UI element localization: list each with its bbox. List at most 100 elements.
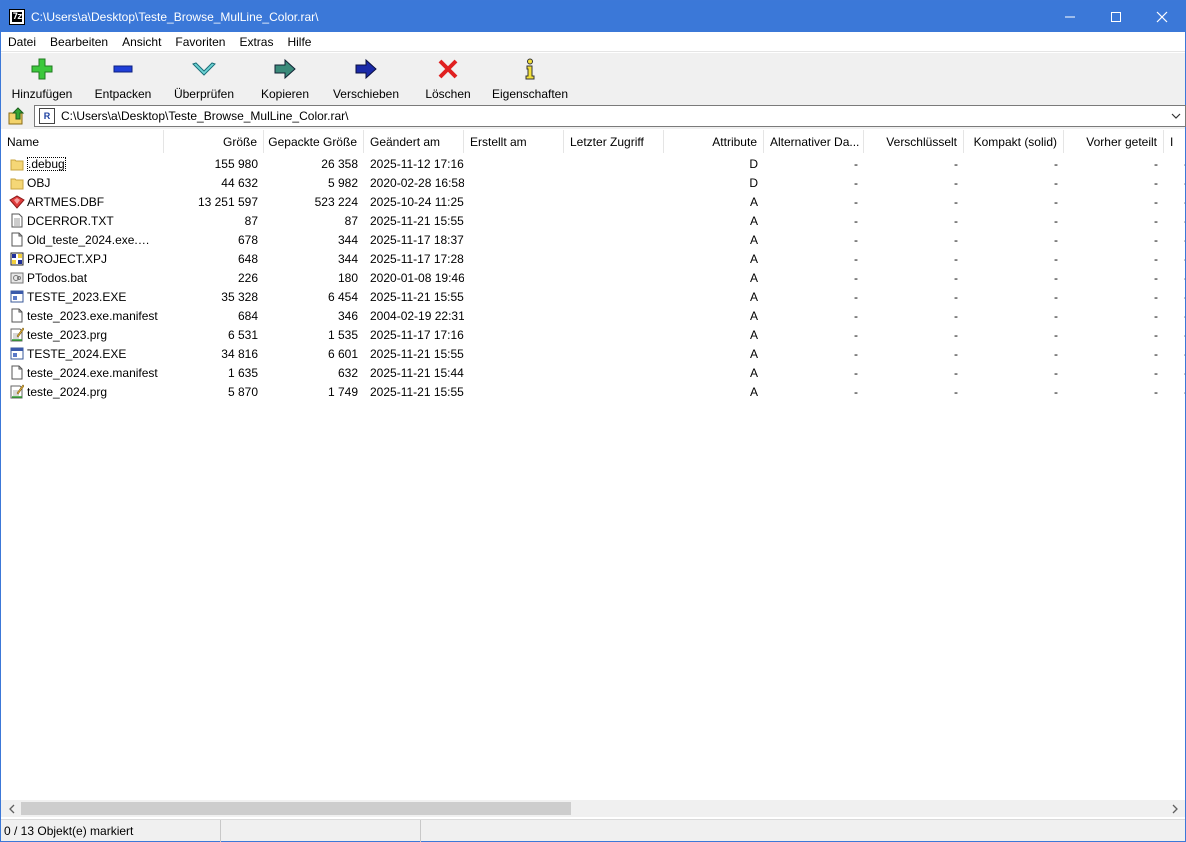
menu-bearbeiten-label: Bearbeiten — [50, 34, 109, 49]
encrypted-cell: - — [954, 270, 958, 285]
modified-cell: 2004-02-19 22:31 — [370, 308, 464, 323]
accessed-cell — [564, 192, 664, 211]
title-bar[interactable]: 7z C:\Users\a\Desktop\Teste_Browse_MulLi… — [1, 1, 1185, 32]
column-split[interactable]: Vorher geteilt — [1064, 130, 1164, 153]
column-created[interactable]: Erstellt am — [464, 130, 564, 153]
file-row[interactable]: teste_2024.exe.manifest 1 635 632 2025-11-2… — [1, 363, 1185, 382]
encrypted-cell: - — [954, 365, 958, 380]
encrypted-cell: - — [954, 308, 958, 323]
file-name: .debug — [27, 156, 66, 171]
size-cell: 6 531 — [227, 327, 258, 342]
column-packed-size[interactable]: Gepackte Größe — [264, 130, 364, 153]
menu-datei[interactable]: Datei — [1, 35, 43, 49]
extract-button-label: Entpacken — [94, 87, 152, 101]
column-modified[interactable]: Geändert am — [364, 130, 464, 153]
name-cell: PROJECT.XPJ — [1, 249, 164, 268]
chevron-down-icon[interactable] — [1170, 110, 1182, 122]
column-alt-streams[interactable]: Alternativer Da... — [764, 130, 864, 153]
file-name: teste_2023.prg — [27, 327, 108, 342]
column-solid[interactable]: Kompakt (solid) — [964, 130, 1064, 153]
checkmark-icon — [192, 57, 216, 81]
column-accessed[interactable]: Letzter Zugriff — [564, 130, 664, 153]
alt-streams-cell: - — [854, 194, 858, 209]
properties-button-label: Eigenschaften — [491, 87, 569, 101]
modified-cell: 2025-11-12 17:16 — [370, 156, 464, 171]
encrypted-cell: - — [954, 251, 958, 266]
menu-datei-label: Datei — [8, 34, 37, 49]
test-button[interactable]: Überprüfen — [163, 53, 245, 101]
minimize-button[interactable] — [1047, 1, 1093, 32]
copy-button-label: Kopieren — [260, 87, 310, 101]
menu-hilfe[interactable]: Hilfe — [280, 35, 318, 49]
file-row[interactable]: TESTE_2024.EXE 34 816 6 601 2025-11-21 15:5… — [1, 344, 1185, 363]
size-cell: 684 — [237, 308, 258, 323]
menu-bearbeiten[interactable]: Bearbeiten — [43, 35, 115, 49]
menu-favoriten[interactable]: Favoriten — [168, 35, 232, 49]
file-name: Old_teste_2024.exe.man... — [27, 232, 158, 247]
packed-size-cell: 26 358 — [321, 156, 358, 171]
modified-cell: 2020-02-28 16:58 — [370, 175, 464, 190]
extract-button[interactable]: Entpacken — [83, 53, 163, 101]
split-cell: - — [1154, 213, 1158, 228]
rar-archive-icon: R — [39, 108, 55, 124]
folder-up-icon — [8, 106, 25, 124]
packed-size-cell: 6 601 — [327, 346, 358, 361]
file-row[interactable]: teste_2023.exe.manifest 684 346 2004-02-19 … — [1, 306, 1185, 325]
encrypted-cell: - — [954, 384, 958, 399]
copy-arrow-icon — [273, 57, 297, 81]
file-list[interactable]: Name Größe Gepackte Größe Geändert am Er… — [1, 130, 1185, 800]
created-cell — [464, 287, 564, 306]
menu-extras-label: Extras — [239, 34, 274, 49]
properties-button[interactable]: Eigenschaften — [489, 53, 571, 101]
7zip-app-icon: 7z — [9, 8, 25, 25]
minus-icon — [111, 57, 135, 81]
extra-cell: - — [1164, 249, 1185, 268]
size-cell: 34 816 — [221, 346, 258, 361]
maximize-button[interactable] — [1093, 1, 1139, 32]
file-row[interactable]: TESTE_2023.EXE 35 328 6 454 2025-11-21 15:5… — [1, 287, 1185, 306]
add-button[interactable]: Hinzufügen — [1, 53, 83, 101]
name-cell: TESTE_2023.EXE — [1, 287, 164, 306]
file-row[interactable]: ARTMES.DBF 13 251 597 523 224 2025-10-24 11… — [1, 192, 1185, 211]
file-row[interactable]: PROJECT.XPJ6483442025-11-17 17:28A----- — [1, 249, 1185, 268]
file-row[interactable]: .debug 155 980 26 358 2025-11-12 17:16 D - - - -… — [1, 154, 1185, 173]
path-text: C:\Users\a\Desktop\Teste_Browse_MulLine_… — [61, 109, 349, 123]
file-row[interactable]: DCERROR.TXT87872025-11-21 15:55A----- — [1, 211, 1185, 230]
copy-button[interactable]: Kopieren — [245, 53, 325, 101]
name-cell: teste_2024.exe.manifest — [1, 363, 164, 382]
address-bar: R C:\Users\a\Desktop\Teste_Browse_MulLin… — [1, 102, 1186, 129]
split-cell: - — [1154, 270, 1158, 285]
path-combobox[interactable]: R C:\Users\a\Desktop\Teste_Browse_MulLin… — [34, 105, 1186, 127]
move-button[interactable]: Verschieben — [325, 53, 407, 101]
column-extra[interactable]: I — [1164, 130, 1185, 153]
column-attributes[interactable]: Attribute — [664, 130, 764, 153]
menu-extras[interactable]: Extras — [232, 35, 280, 49]
column-name[interactable]: Name — [1, 130, 164, 153]
accessed-cell — [564, 306, 664, 325]
accessed-cell — [564, 287, 664, 306]
size-cell: 5 870 — [227, 384, 258, 399]
file-row[interactable]: Old_teste_2024.exe.man... 678 344 2025-11-1… — [1, 230, 1185, 249]
extra-cell: - — [1164, 363, 1185, 382]
modified-cell: 2025-11-17 17:28 — [370, 251, 464, 266]
file-row[interactable]: PTodos.bat2261802020-01-08 19:46A----- — [1, 268, 1185, 287]
scroll-left-icon[interactable] — [3, 800, 20, 817]
modified-cell: 2025-11-21 15:55 — [370, 346, 464, 361]
scrollbar-thumb[interactable] — [21, 802, 571, 815]
alt-streams-cell: - — [854, 289, 858, 304]
scroll-right-icon[interactable] — [1166, 800, 1183, 817]
plus-icon — [30, 57, 54, 81]
column-size[interactable]: Größe — [164, 130, 264, 153]
file-row[interactable]: OBJ44 6325 9822020-02-28 16:58D----- — [1, 173, 1185, 192]
file-row[interactable]: teste_2023.prg 6 531 1 535 2025-11-17 17:16… — [1, 325, 1185, 344]
delete-button[interactable]: Löschen — [407, 53, 489, 101]
file-row[interactable]: teste_2024.prg 5 870 1 749 2025-11-21 15:55… — [1, 382, 1185, 401]
horizontal-scrollbar[interactable] — [1, 800, 1185, 817]
modified-cell: 2025-10-24 11:25 — [370, 194, 464, 209]
file-name: DCERROR.TXT — [27, 213, 114, 228]
column-encrypted[interactable]: Verschlüsselt — [864, 130, 964, 153]
folder-up-button[interactable] — [5, 104, 29, 128]
close-button[interactable] — [1139, 1, 1185, 32]
menu-ansicht[interactable]: Ansicht — [115, 35, 168, 49]
encrypted-cell: - — [954, 156, 958, 171]
